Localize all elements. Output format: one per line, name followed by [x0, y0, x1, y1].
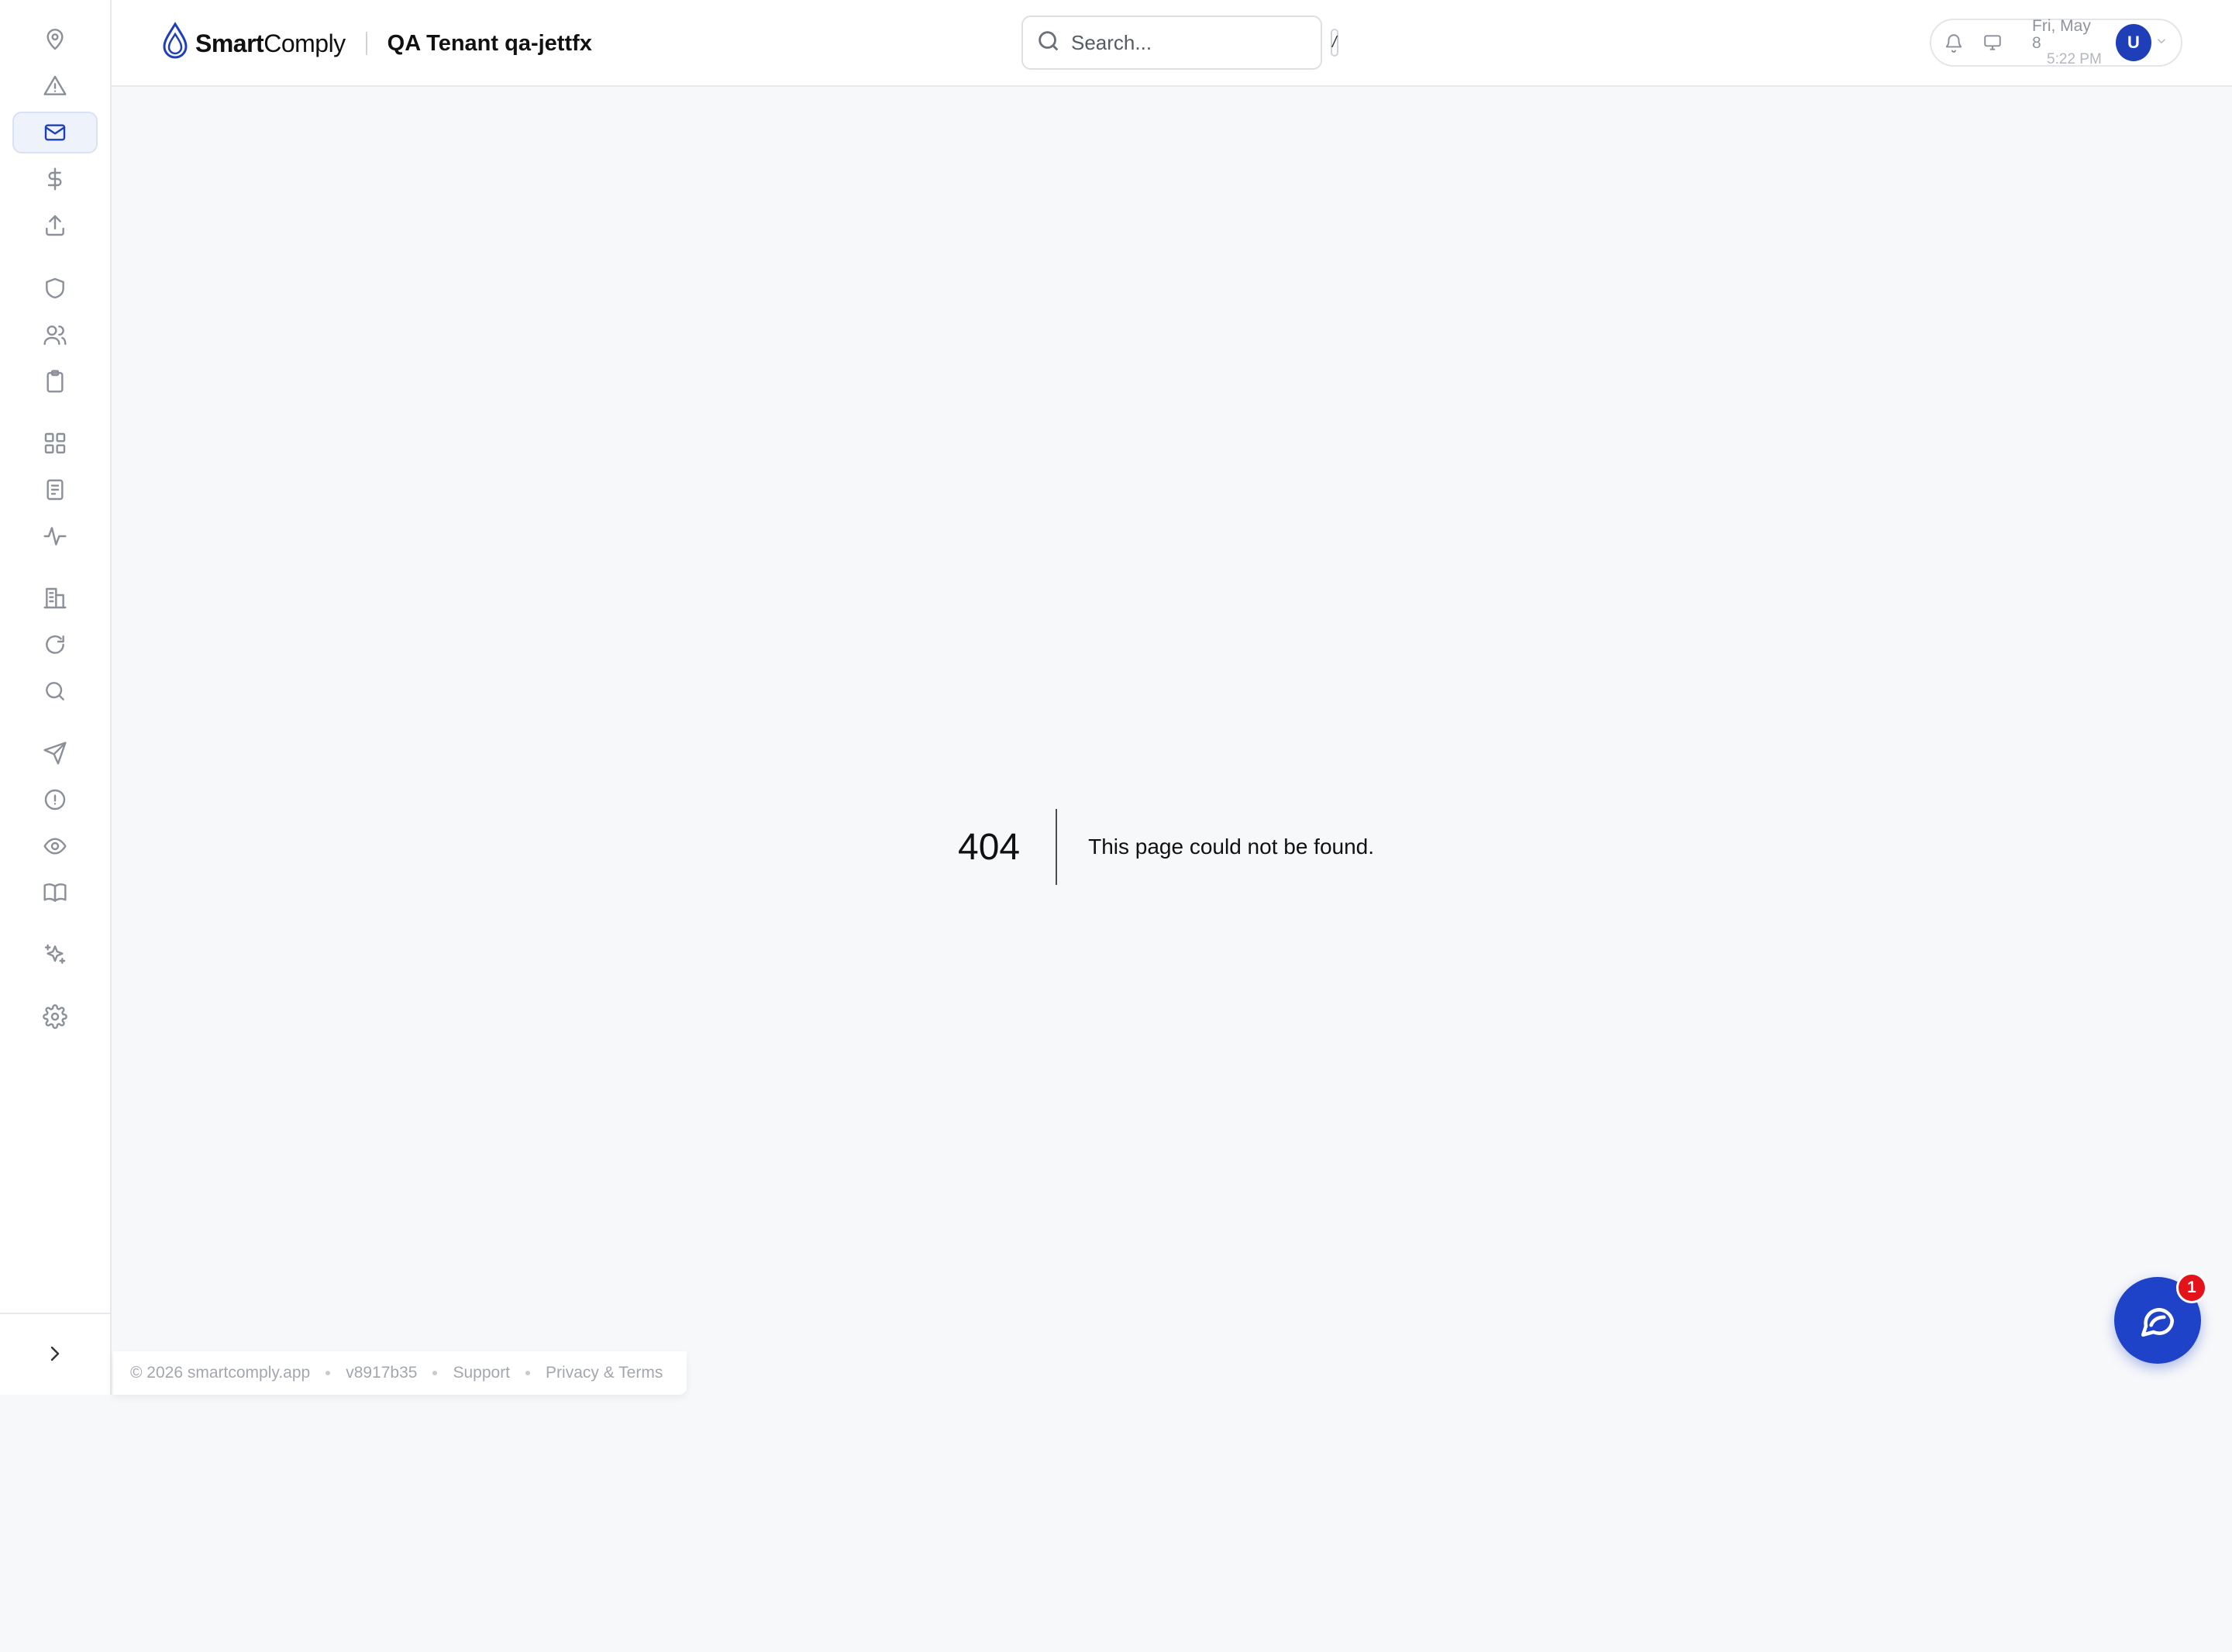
sparkles-icon — [44, 944, 66, 964]
app-frame: SmartComply QA Tenant qa-jettfx / Fri, M… — [0, 0, 2232, 1395]
sidebar-item-clipboard[interactable] — [12, 360, 98, 402]
support-link[interactable]: Support — [453, 1364, 510, 1382]
chat-unread-badge: 1 — [2176, 1272, 2207, 1303]
global-search[interactable]: / — [1021, 15, 1338, 70]
building-icon — [43, 587, 67, 609]
search-icon — [46, 682, 64, 700]
users-icon — [43, 325, 67, 346]
error-code: 404 — [958, 826, 1021, 868]
sidebar-item-users[interactable] — [12, 314, 98, 356]
activity-icon — [43, 527, 67, 546]
shield-icon — [46, 277, 64, 299]
sidebar-item-documents[interactable] — [12, 469, 98, 511]
sidebar-collapse-button[interactable] — [12, 1333, 98, 1375]
search-shortcut-key: / — [1331, 29, 1338, 57]
send-icon — [43, 742, 67, 765]
sidebar-item-settings[interactable] — [12, 996, 98, 1038]
search-input[interactable] — [1071, 30, 1331, 55]
sidebar-item-issues[interactable] — [12, 779, 98, 821]
document-icon — [46, 479, 64, 501]
footer-separator — [326, 1371, 331, 1375]
sidebar-item-mail[interactable] — [12, 112, 98, 153]
brand-name: SmartComply — [195, 29, 346, 57]
footer-separator — [432, 1371, 438, 1375]
refresh-icon — [46, 635, 64, 654]
footer-separator — [525, 1371, 531, 1375]
brand[interactable]: SmartComply QA Tenant qa-jettfx — [160, 21, 592, 66]
current-date: Fri, May 8 — [2032, 16, 2091, 53]
sidebar-item-monitoring[interactable] — [12, 825, 98, 867]
search-icon — [1035, 28, 1062, 58]
chat-bubble-icon — [2141, 1308, 2175, 1337]
sidebar-item-locations[interactable] — [12, 19, 98, 60]
sidebar-item-library[interactable] — [12, 872, 98, 914]
sidebar-item-billing[interactable] — [12, 158, 98, 200]
current-time: 5:22 PM — [2047, 51, 2102, 68]
grid-icon — [44, 432, 66, 454]
display-button[interactable] — [1982, 33, 2003, 53]
top-header: SmartComply QA Tenant qa-jettfx / Fri, M… — [112, 0, 2232, 87]
sidebar-item-apps[interactable] — [12, 422, 98, 464]
map-pin-icon — [46, 29, 64, 50]
sidebar-item-security[interactable] — [12, 267, 98, 309]
chevron-down-icon[interactable] — [2151, 34, 2168, 52]
app-version: v8917b35 — [346, 1364, 418, 1382]
error-text: This page could not be found. — [1088, 835, 1375, 859]
alert-triangle-icon — [43, 75, 67, 95]
book-icon — [43, 883, 67, 902]
sidebar-item-ai[interactable] — [12, 934, 98, 976]
privacy-terms-link[interactable]: Privacy & Terms — [546, 1364, 663, 1382]
sidebar-item-send[interactable] — [12, 732, 98, 774]
gear-icon — [43, 1004, 67, 1029]
brand-separator — [365, 32, 367, 55]
sidebar-item-upload[interactable] — [12, 205, 98, 246]
sidebar-item-search[interactable] — [12, 670, 98, 712]
monitor-icon — [1984, 35, 2001, 50]
eye-icon — [43, 838, 67, 855]
bell-icon — [1945, 34, 1962, 53]
sidebar-item-alerts[interactable] — [12, 65, 98, 107]
tenant-name: QA Tenant qa-jettfx — [387, 30, 592, 56]
upload-icon — [46, 215, 64, 236]
smartcomply-logo-icon — [160, 21, 191, 66]
alert-circle-icon — [44, 789, 66, 811]
footer: © 2026 smartcomply.app v8917b35 Support … — [113, 1351, 687, 1395]
sidebar-item-sync[interactable] — [12, 624, 98, 666]
chevron-right-icon — [50, 1346, 60, 1361]
dollar-icon — [47, 167, 62, 191]
not-found-message: 404 This page could not be found. — [958, 809, 1374, 885]
clipboard-icon — [46, 370, 64, 393]
user-cluster: Fri, May 8 5:22 PM U — [1930, 16, 2182, 68]
notifications-button[interactable] — [1944, 33, 1964, 53]
sidebar-item-activity[interactable] — [12, 515, 98, 557]
date-time: Fri, May 8 5:22 PM — [2032, 16, 2102, 68]
mail-icon — [44, 124, 66, 141]
sidebar-item-organization[interactable] — [12, 577, 98, 619]
sidebar-divider — [0, 1313, 112, 1314]
avatar[interactable]: U — [2115, 24, 2151, 61]
copyright: © 2026 smartcomply.app — [130, 1364, 311, 1382]
sidebar — [0, 0, 112, 1395]
